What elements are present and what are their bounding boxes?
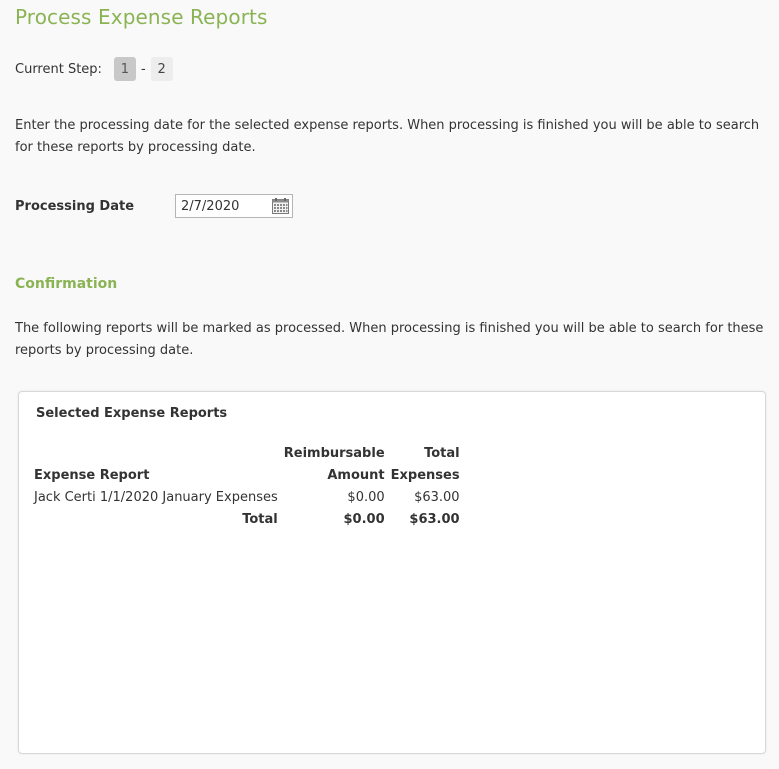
table-header-row: Reimbursable Total <box>31 443 463 465</box>
reimbursable-amount-cell: $0.00 <box>347 490 385 505</box>
total-expenses-cell: $63.00 <box>414 490 460 505</box>
totals-reimbursable: $0.00 <box>343 512 385 527</box>
column-header-report <box>31 443 281 465</box>
column-header-reimbursable-bottom: Amount <box>327 468 385 483</box>
confirmation-text: The following reports will be marked as … <box>15 321 764 358</box>
totals-label: Total <box>242 512 278 527</box>
table-row: Jack Certi 1/1/2020 January Expenses $0.… <box>31 487 463 509</box>
step-2-button[interactable]: 2 <box>150 57 173 81</box>
reports-table: Reimbursable Total Expense Report Amount… <box>31 443 463 531</box>
totals-row: Total $0.00 $63.00 <box>31 509 463 531</box>
calendar-icon[interactable] <box>272 198 289 214</box>
column-header-reimbursable-top: Reimbursable <box>283 446 385 461</box>
page-title: Process Expense Reports <box>15 5 268 29</box>
confirmation-heading: Confirmation <box>15 276 118 292</box>
processing-date-input[interactable] <box>176 195 271 217</box>
table-header-row: Expense Report Amount Expenses <box>31 465 463 487</box>
panel-title: Selected Expense Reports <box>36 406 228 421</box>
current-step-label: Current Step: <box>15 61 102 77</box>
step-1-button[interactable]: 1 <box>113 57 136 81</box>
processing-date-field <box>175 194 293 218</box>
selected-reports-panel: Selected Expense Reports Reimbursable To… <box>18 391 766 754</box>
column-header-expense-report: Expense Report <box>34 468 150 483</box>
report-name-cell: Jack Certi 1/1/2020 January Expenses <box>34 490 278 505</box>
totals-total-expenses: $63.00 <box>409 512 460 527</box>
processing-date-label: Processing Date <box>15 199 135 214</box>
column-header-total-top: Total <box>424 446 460 461</box>
step-separator: - <box>140 61 146 77</box>
step-indicator: Current Step: 1 - 2 <box>15 57 173 81</box>
instructions-text: Enter the processing date for the select… <box>15 118 760 155</box>
column-header-total-bottom: Expenses <box>390 468 460 483</box>
